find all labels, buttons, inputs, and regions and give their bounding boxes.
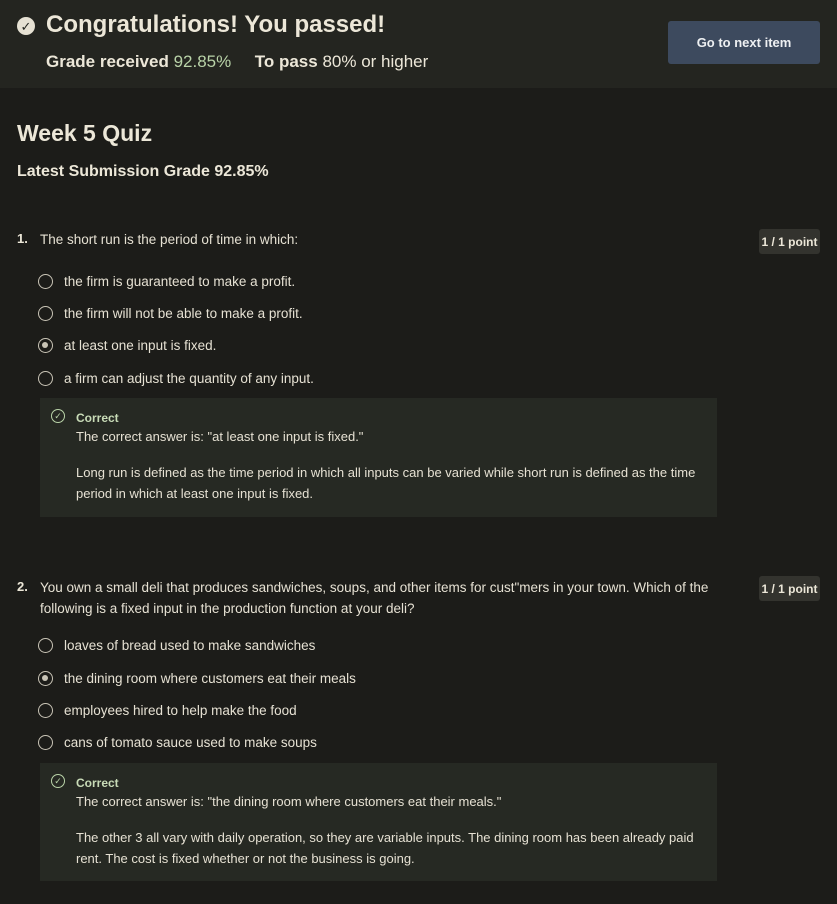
banner-title: Congratulations! You passed!: [46, 11, 386, 38]
answer-option-selected[interactable]: the dining room where customers eat thei…: [38, 668, 356, 688]
points-badge: 1 / 1 point: [759, 576, 820, 601]
radio-button[interactable]: [38, 305, 53, 321]
grade-received-value: 92.85%: [173, 52, 232, 71]
pass-banner: ✓ Congratulations! You passed! Grade rec…: [0, 0, 837, 88]
to-pass-value: 80% or higher: [322, 52, 429, 71]
latest-submission-grade: Latest Submission Grade 92.85%: [17, 163, 269, 180]
quiz-title: Week 5 Quiz: [17, 120, 153, 146]
feedback-status: Correct: [76, 776, 119, 790]
radio-button[interactable]: [38, 637, 53, 653]
feedback-explanation: Long run is defined as the time period i…: [76, 465, 696, 501]
feedback-status: Correct: [76, 411, 119, 425]
answer-option[interactable]: a firm can adjust the quantity of any in…: [38, 368, 314, 388]
option-label: cans of tomato sauce used to make soups: [64, 734, 317, 750]
option-label: the dining room where customers eat thei…: [64, 670, 356, 686]
question-number: 1.: [17, 231, 28, 246]
to-pass-label: To pass: [254, 52, 318, 71]
radio-button[interactable]: [38, 702, 53, 718]
radio-button[interactable]: [38, 370, 53, 386]
option-label: the firm will not be able to make a prof…: [64, 305, 303, 321]
answer-option[interactable]: the firm will not be able to make a prof…: [38, 303, 303, 323]
question-text: You own a small deli that produces sandw…: [40, 580, 709, 616]
points-badge: 1 / 1 point: [759, 229, 820, 254]
radio-button[interactable]: [38, 273, 53, 289]
answer-option[interactable]: employees hired to help make the food: [38, 700, 297, 720]
grade-received-label: Grade received: [46, 52, 169, 71]
radio-button[interactable]: [38, 734, 53, 750]
check-circle-icon: ✓: [17, 17, 35, 35]
feedback-explanation: The other 3 all vary with daily operatio…: [76, 830, 694, 866]
answer-option[interactable]: cans of tomato sauce used to make soups: [38, 732, 317, 752]
feedback-answer: The correct answer is: "the dining room …: [76, 794, 502, 809]
grade-summary: Grade received 92.85% To pass 80% or hig…: [46, 52, 428, 72]
radio-button-checked[interactable]: [38, 670, 53, 686]
feedback-box: ✓ Correct The correct answer is: "at lea…: [40, 398, 717, 517]
feedback-box: ✓ Correct The correct answer is: "the di…: [40, 763, 717, 881]
option-label: a firm can adjust the quantity of any in…: [64, 370, 314, 386]
answer-option[interactable]: loaves of bread used to make sandwiches: [38, 635, 315, 655]
option-label: employees hired to help make the food: [64, 702, 297, 718]
check-circle-outline-icon: ✓: [51, 409, 65, 423]
question-text: The short run is the period of time in w…: [40, 232, 299, 247]
go-to-next-item-button[interactable]: Go to next item: [668, 21, 820, 64]
question-number: 2.: [17, 579, 28, 594]
option-label: at least one input is fixed.: [64, 337, 217, 353]
check-circle-outline-icon: ✓: [51, 774, 65, 788]
feedback-answer: The correct answer is: "at least one inp…: [76, 429, 364, 444]
answer-option[interactable]: the firm is guaranteed to make a profit.: [38, 271, 295, 291]
option-label: the firm is guaranteed to make a profit.: [64, 273, 296, 289]
radio-button-checked[interactable]: [38, 337, 53, 353]
answer-option-selected[interactable]: at least one input is fixed.: [38, 335, 216, 355]
option-label: loaves of bread used to make sandwiches: [64, 637, 316, 653]
